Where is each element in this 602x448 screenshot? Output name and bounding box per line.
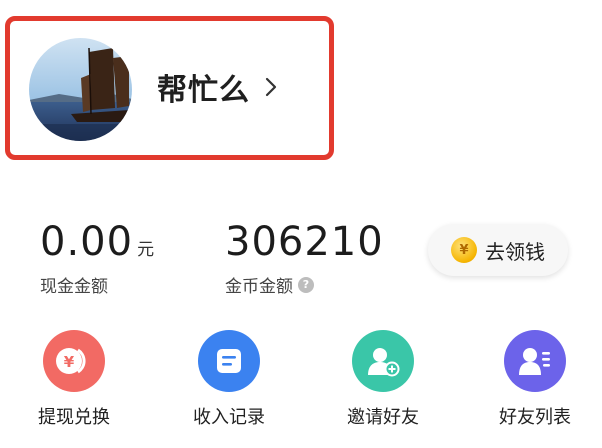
chevron-right-icon [264, 76, 278, 98]
coins-stat: 306210 金币金额 ? [225, 222, 384, 297]
question-icon[interactable]: ? [298, 276, 314, 293]
withdraw-button[interactable]: ¥ 去领钱 [428, 224, 568, 276]
coins-value: 306210 [225, 219, 384, 265]
action-exchange-label: 提现兑换 [38, 407, 110, 428]
withdraw-label: 去领钱 [485, 239, 545, 264]
coin-icon: ¥ [451, 237, 477, 263]
action-invite-friends-label: 邀请好友 [347, 407, 419, 428]
coins-label: 金币金额 [225, 277, 293, 297]
record-list-icon [198, 330, 260, 392]
action-friend-list-label: 好友列表 [499, 407, 571, 428]
action-income-record[interactable]: 收入记录 [169, 330, 289, 429]
cash-stat: 0.00 元 现金金额 [40, 222, 154, 297]
yuan-exchange-icon: ¥ [43, 330, 105, 392]
cash-label: 现金金额 [40, 277, 108, 297]
profile-card[interactable]: 帮忙么 [5, 16, 334, 160]
avatar[interactable] [29, 38, 132, 141]
username: 帮忙么 [157, 73, 250, 108]
username-link[interactable]: 帮忙么 [157, 64, 278, 110]
action-friend-list[interactable]: 好友列表 [475, 330, 595, 429]
action-exchange[interactable]: ¥ 提现兑换 [14, 330, 134, 429]
svg-text:¥: ¥ [64, 353, 75, 371]
action-income-record-label: 收入记录 [193, 407, 265, 428]
cash-value: 0.00 [40, 219, 134, 265]
invite-user-icon [352, 330, 414, 392]
action-invite-friends[interactable]: 邀请好友 [323, 330, 443, 429]
cash-unit: 元 [137, 240, 155, 260]
friend-list-icon [504, 330, 566, 392]
